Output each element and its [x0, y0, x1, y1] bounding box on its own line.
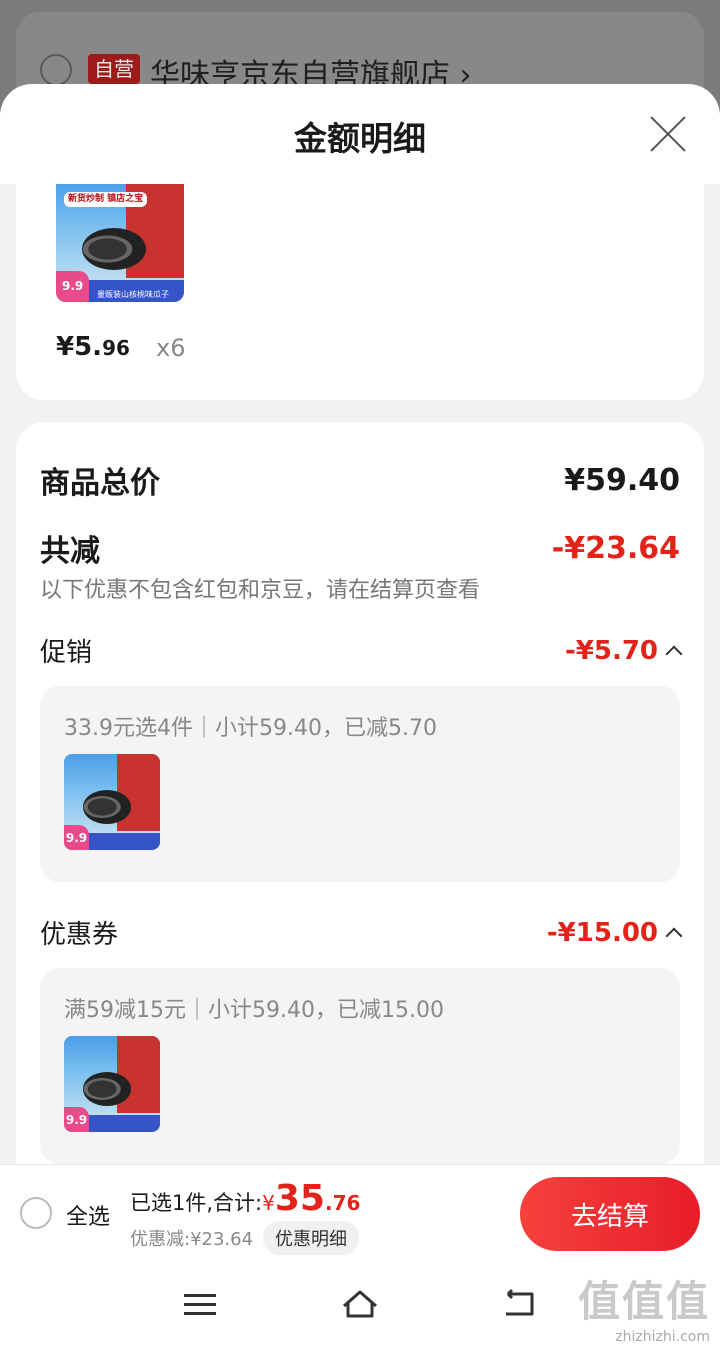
back-icon[interactable]: [502, 1288, 538, 1318]
promotion-product-image[interactable]: 9.9: [64, 754, 160, 850]
cart-total-dec: .76: [324, 1191, 361, 1215]
promotion-label: 促销: [40, 638, 93, 668]
coupon-detail-box: 满59减15元｜小计59.40，已减15.00 9.9: [40, 968, 680, 1164]
image-badge: 新货炒制 镇店之宝: [64, 192, 148, 207]
discount-detail-button[interactable]: 优惠明细: [263, 1221, 360, 1255]
watermark: 值值值 zhizhizhi.com: [577, 1277, 710, 1345]
total-row: 商品总价 ¥59.40: [40, 458, 680, 502]
reduce-label: 共减: [40, 534, 100, 569]
checkout-bar: 全选 已选1件,合计: ¥ 35 .76 优惠减:¥23.64 优惠明细 去结算: [0, 1164, 720, 1264]
coupon-product-image[interactable]: 9.9: [64, 1036, 160, 1132]
sheet-header: 金额明细: [0, 84, 720, 184]
coupon-desc: 满59减15元｜小计59.40，已减15.00: [64, 998, 444, 1023]
home-icon[interactable]: [340, 1288, 380, 1320]
close-icon[interactable]: [648, 114, 688, 154]
promotion-detail-box: 33.9元选4件｜小计59.40，已减5.70 9.9: [40, 686, 680, 882]
selected-count-text: 已选1件,合计:: [130, 1191, 263, 1215]
discount-note: 以下优惠不包含红包和京豆，请在结算页查看: [40, 578, 481, 603]
menu-icon[interactable]: [184, 1294, 216, 1316]
self-operated-tag: 自营: [88, 54, 140, 84]
reduce-row: 共减 -¥23.64: [40, 526, 680, 570]
total-label: 商品总价: [40, 466, 160, 501]
product-image[interactable]: 新货炒制 镇店之宝 9.9 量贩装山核桃味瓜子: [56, 182, 184, 302]
store-select-radio[interactable]: [40, 54, 72, 86]
unit-price: ¥5.96: [56, 332, 130, 362]
checkout-button[interactable]: 去结算: [520, 1177, 700, 1251]
promotion-row[interactable]: 促销 -¥5.70: [40, 632, 683, 669]
promotion-value: -¥5.70: [564, 635, 658, 666]
coupon-value: -¥15.00: [546, 917, 658, 948]
promotion-desc: 33.9元选4件｜小计59.40，已减5.70: [64, 716, 437, 741]
quantity: x6: [156, 334, 186, 362]
coupon-label: 优惠券: [40, 920, 119, 950]
total-value: ¥59.40: [564, 462, 680, 498]
discount-amount: 优惠减:¥23.64: [130, 1229, 254, 1250]
image-price: 9.9: [56, 270, 90, 302]
sheet-title: 金额明细: [294, 119, 426, 158]
chevron-up-icon[interactable]: [665, 645, 683, 662]
cart-total-int: 35: [274, 1178, 325, 1219]
chevron-up-icon[interactable]: [665, 927, 683, 944]
select-all-label[interactable]: 全选: [66, 1199, 110, 1231]
image-label: 量贩装山核桃味瓜子: [96, 290, 169, 299]
price-breakdown-card: 商品总价 ¥59.40 共减 -¥23.64 以下优惠不包含红包和京豆，请在结算…: [16, 422, 704, 1264]
reduce-value: -¥23.64: [551, 530, 680, 566]
amount-detail-sheet: 金额明细 新货炒制 镇店之宝 9.9 量贩装山核桃味瓜子 ¥5.96 x6 商品…: [0, 84, 720, 1264]
cart-summary: 已选1件,合计: ¥ 35 .76 优惠减:¥23.64 优惠明细: [130, 1181, 360, 1255]
coupon-row[interactable]: 优惠券 -¥15.00: [40, 914, 683, 951]
select-all-radio[interactable]: [20, 1197, 52, 1229]
